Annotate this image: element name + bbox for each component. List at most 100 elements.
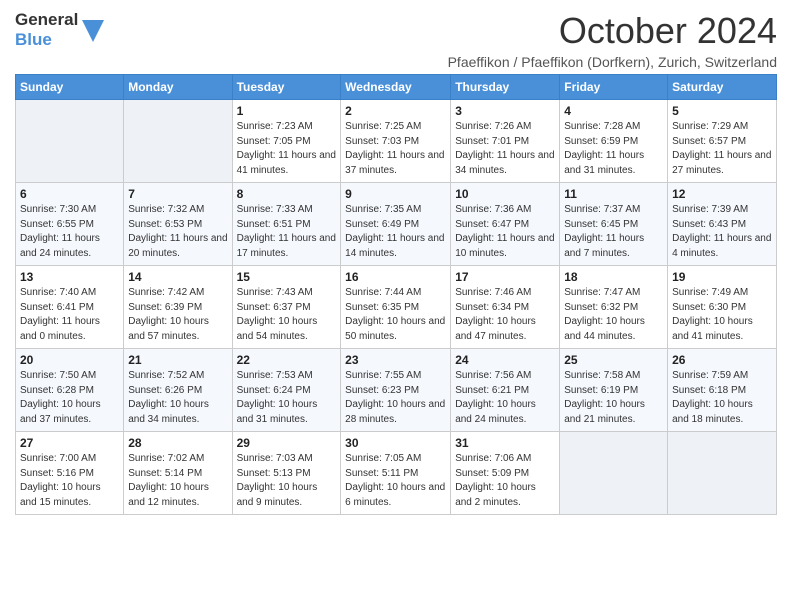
calendar-cell: 21 Sunrise: 7:52 AMSunset: 6:26 PMDaylig…	[124, 349, 232, 432]
weekday-header-wednesday: Wednesday	[341, 75, 451, 100]
day-detail: Sunrise: 7:56 AMSunset: 6:21 PMDaylight:…	[455, 369, 555, 427]
calendar-cell: 14 Sunrise: 7:42 AMSunset: 6:39 PMDaylig…	[124, 266, 232, 349]
calendar-cell: 27 Sunrise: 7:00 AMSunset: 5:16 PMDaylig…	[16, 432, 124, 515]
day-number: 11	[564, 187, 663, 201]
logo-text: General Blue	[15, 10, 78, 49]
day-number: 2	[345, 104, 446, 118]
day-number: 12	[672, 187, 772, 201]
calendar-cell: 3 Sunrise: 7:26 AMSunset: 7:01 PMDayligh…	[451, 100, 560, 183]
calendar-cell	[16, 100, 124, 183]
day-number: 10	[455, 187, 555, 201]
calendar-cell: 17 Sunrise: 7:46 AMSunset: 6:34 PMDaylig…	[451, 266, 560, 349]
weekday-header-saturday: Saturday	[668, 75, 777, 100]
day-number: 21	[128, 353, 227, 367]
weekday-header-sunday: Sunday	[16, 75, 124, 100]
day-detail: Sunrise: 7:03 AMSunset: 5:13 PMDaylight:…	[237, 452, 337, 510]
weekday-header-monday: Monday	[124, 75, 232, 100]
day-number: 24	[455, 353, 555, 367]
day-number: 25	[564, 353, 663, 367]
day-number: 22	[237, 353, 337, 367]
day-number: 6	[20, 187, 119, 201]
calendar-cell: 10 Sunrise: 7:36 AMSunset: 6:47 PMDaylig…	[451, 183, 560, 266]
weekday-header-friday: Friday	[560, 75, 668, 100]
calendar-cell: 23 Sunrise: 7:55 AMSunset: 6:23 PMDaylig…	[341, 349, 451, 432]
day-detail: Sunrise: 7:52 AMSunset: 6:26 PMDaylight:…	[128, 369, 227, 427]
day-detail: Sunrise: 7:23 AMSunset: 7:05 PMDaylight:…	[237, 120, 337, 178]
calendar-cell: 7 Sunrise: 7:32 AMSunset: 6:53 PMDayligh…	[124, 183, 232, 266]
calendar-cell: 4 Sunrise: 7:28 AMSunset: 6:59 PMDayligh…	[560, 100, 668, 183]
calendar-cell: 20 Sunrise: 7:50 AMSunset: 6:28 PMDaylig…	[16, 349, 124, 432]
calendar-cell: 11 Sunrise: 7:37 AMSunset: 6:45 PMDaylig…	[560, 183, 668, 266]
calendar-cell: 31 Sunrise: 7:06 AMSunset: 5:09 PMDaylig…	[451, 432, 560, 515]
day-number: 28	[128, 436, 227, 450]
day-detail: Sunrise: 7:02 AMSunset: 5:14 PMDaylight:…	[128, 452, 227, 510]
day-number: 20	[20, 353, 119, 367]
day-detail: Sunrise: 7:59 AMSunset: 6:18 PMDaylight:…	[672, 369, 772, 427]
day-detail: Sunrise: 7:53 AMSunset: 6:24 PMDaylight:…	[237, 369, 337, 427]
day-detail: Sunrise: 7:46 AMSunset: 6:34 PMDaylight:…	[455, 286, 555, 344]
day-detail: Sunrise: 7:36 AMSunset: 6:47 PMDaylight:…	[455, 203, 555, 261]
logo-triangle-icon	[82, 20, 104, 42]
calendar-cell: 12 Sunrise: 7:39 AMSunset: 6:43 PMDaylig…	[668, 183, 777, 266]
day-number: 5	[672, 104, 772, 118]
day-detail: Sunrise: 7:43 AMSunset: 6:37 PMDaylight:…	[237, 286, 337, 344]
day-detail: Sunrise: 7:25 AMSunset: 7:03 PMDaylight:…	[345, 120, 446, 178]
day-detail: Sunrise: 7:58 AMSunset: 6:19 PMDaylight:…	[564, 369, 663, 427]
day-number: 30	[345, 436, 446, 450]
calendar-cell: 15 Sunrise: 7:43 AMSunset: 6:37 PMDaylig…	[232, 266, 341, 349]
calendar-cell: 24 Sunrise: 7:56 AMSunset: 6:21 PMDaylig…	[451, 349, 560, 432]
calendar-cell: 29 Sunrise: 7:03 AMSunset: 5:13 PMDaylig…	[232, 432, 341, 515]
title-block: October 2024 Pfaeffikon / Pfaeffikon (Do…	[448, 10, 777, 70]
main-title: October 2024	[448, 10, 777, 52]
weekday-header-row: SundayMondayTuesdayWednesdayThursdayFrid…	[16, 75, 777, 100]
day-number: 15	[237, 270, 337, 284]
day-detail: Sunrise: 7:32 AMSunset: 6:53 PMDaylight:…	[128, 203, 227, 261]
day-detail: Sunrise: 7:06 AMSunset: 5:09 PMDaylight:…	[455, 452, 555, 510]
calendar-cell: 19 Sunrise: 7:49 AMSunset: 6:30 PMDaylig…	[668, 266, 777, 349]
day-detail: Sunrise: 7:42 AMSunset: 6:39 PMDaylight:…	[128, 286, 227, 344]
day-number: 16	[345, 270, 446, 284]
day-detail: Sunrise: 7:33 AMSunset: 6:51 PMDaylight:…	[237, 203, 337, 261]
day-number: 29	[237, 436, 337, 450]
day-detail: Sunrise: 7:00 AMSunset: 5:16 PMDaylight:…	[20, 452, 119, 510]
day-number: 18	[564, 270, 663, 284]
day-detail: Sunrise: 7:50 AMSunset: 6:28 PMDaylight:…	[20, 369, 119, 427]
day-number: 7	[128, 187, 227, 201]
calendar-cell: 30 Sunrise: 7:05 AMSunset: 5:11 PMDaylig…	[341, 432, 451, 515]
day-detail: Sunrise: 7:40 AMSunset: 6:41 PMDaylight:…	[20, 286, 119, 344]
calendar-cell: 25 Sunrise: 7:58 AMSunset: 6:19 PMDaylig…	[560, 349, 668, 432]
day-number: 19	[672, 270, 772, 284]
calendar-cell: 8 Sunrise: 7:33 AMSunset: 6:51 PMDayligh…	[232, 183, 341, 266]
day-number: 3	[455, 104, 555, 118]
day-detail: Sunrise: 7:05 AMSunset: 5:11 PMDaylight:…	[345, 452, 446, 510]
day-detail: Sunrise: 7:35 AMSunset: 6:49 PMDaylight:…	[345, 203, 446, 261]
day-number: 9	[345, 187, 446, 201]
calendar-cell	[668, 432, 777, 515]
day-detail: Sunrise: 7:39 AMSunset: 6:43 PMDaylight:…	[672, 203, 772, 261]
calendar-cell: 28 Sunrise: 7:02 AMSunset: 5:14 PMDaylig…	[124, 432, 232, 515]
day-detail: Sunrise: 7:47 AMSunset: 6:32 PMDaylight:…	[564, 286, 663, 344]
calendar-cell: 1 Sunrise: 7:23 AMSunset: 7:05 PMDayligh…	[232, 100, 341, 183]
calendar-cell: 6 Sunrise: 7:30 AMSunset: 6:55 PMDayligh…	[16, 183, 124, 266]
day-number: 14	[128, 270, 227, 284]
day-detail: Sunrise: 7:49 AMSunset: 6:30 PMDaylight:…	[672, 286, 772, 344]
day-number: 4	[564, 104, 663, 118]
page-header: General Blue October 2024 Pfaeffikon / P…	[15, 10, 777, 70]
day-detail: Sunrise: 7:44 AMSunset: 6:35 PMDaylight:…	[345, 286, 446, 344]
subtitle: Pfaeffikon / Pfaeffikon (Dorfkern), Zuri…	[448, 54, 777, 70]
calendar-cell: 22 Sunrise: 7:53 AMSunset: 6:24 PMDaylig…	[232, 349, 341, 432]
day-number: 13	[20, 270, 119, 284]
calendar-cell	[124, 100, 232, 183]
calendar-cell: 9 Sunrise: 7:35 AMSunset: 6:49 PMDayligh…	[341, 183, 451, 266]
day-detail: Sunrise: 7:37 AMSunset: 6:45 PMDaylight:…	[564, 203, 663, 261]
day-detail: Sunrise: 7:30 AMSunset: 6:55 PMDaylight:…	[20, 203, 119, 261]
calendar-table: SundayMondayTuesdayWednesdayThursdayFrid…	[15, 74, 777, 515]
calendar-cell: 16 Sunrise: 7:44 AMSunset: 6:35 PMDaylig…	[341, 266, 451, 349]
calendar-cell	[560, 432, 668, 515]
day-detail: Sunrise: 7:29 AMSunset: 6:57 PMDaylight:…	[672, 120, 772, 178]
day-number: 26	[672, 353, 772, 367]
day-detail: Sunrise: 7:26 AMSunset: 7:01 PMDaylight:…	[455, 120, 555, 178]
weekday-header-thursday: Thursday	[451, 75, 560, 100]
calendar-cell: 26 Sunrise: 7:59 AMSunset: 6:18 PMDaylig…	[668, 349, 777, 432]
weekday-header-tuesday: Tuesday	[232, 75, 341, 100]
